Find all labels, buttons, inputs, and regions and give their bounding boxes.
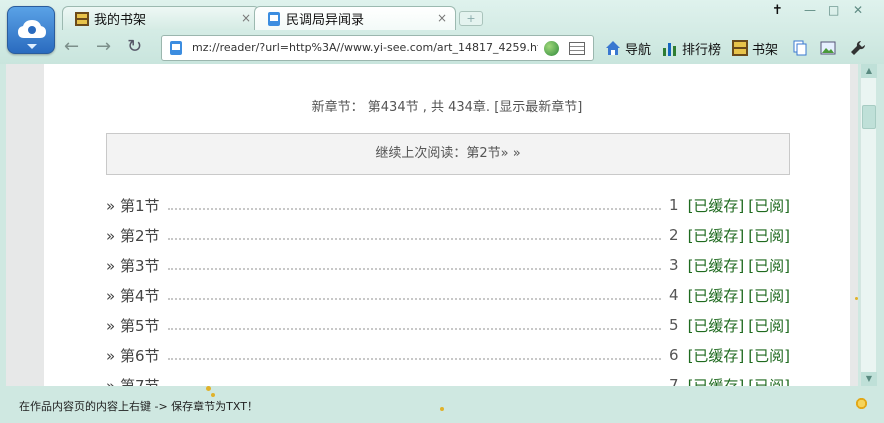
dot-leader bbox=[167, 268, 662, 270]
scroll-thumb[interactable] bbox=[862, 105, 876, 129]
chapter-row[interactable]: » 第4节 4 [已缓存] [已阅] bbox=[106, 284, 790, 306]
read-tag[interactable]: [已阅] bbox=[748, 315, 790, 336]
wrench-icon bbox=[851, 40, 866, 55]
chapter-catalog-page: 新章节： 第434节 , 共 434章. [显示最新章节] 继续上次阅读：第2节… bbox=[44, 64, 850, 386]
cached-tag[interactable]: [已缓存] bbox=[688, 195, 745, 216]
chapter-number: 2 bbox=[669, 226, 679, 244]
dot-leader bbox=[167, 208, 662, 210]
tab-title: 民调局异闻录 bbox=[286, 13, 365, 28]
cached-tag[interactable]: [已缓存] bbox=[688, 225, 745, 246]
chapter-number: 7 bbox=[669, 376, 679, 386]
refresh-button[interactable]: ↻ bbox=[127, 36, 142, 57]
vertical-scrollbar[interactable]: ▲ ▼ bbox=[860, 64, 877, 386]
toolbar-navigation[interactable]: 导航 bbox=[605, 38, 651, 58]
ranking-icon bbox=[663, 43, 676, 56]
toolbar-image[interactable] bbox=[820, 38, 840, 58]
decorative-dot bbox=[206, 386, 211, 391]
chapter-title-link[interactable]: » 第3节 bbox=[106, 255, 160, 276]
forward-button[interactable]: → bbox=[96, 36, 111, 57]
chapter-row[interactable]: » 第7节 7 [已缓存] [已阅] bbox=[106, 374, 790, 386]
read-tag[interactable]: [已阅] bbox=[748, 255, 790, 276]
reader-mode-icon[interactable] bbox=[569, 42, 585, 55]
chapter-title-link[interactable]: » 第5节 bbox=[106, 315, 160, 336]
chapter-number: 5 bbox=[669, 316, 679, 334]
bookshelf-icon bbox=[75, 11, 89, 26]
logo-menu-arrow-icon bbox=[27, 44, 37, 49]
back-button[interactable]: ← bbox=[64, 36, 79, 57]
cached-tag[interactable]: [已缓存] bbox=[688, 345, 745, 366]
read-tag[interactable]: [已阅] bbox=[748, 375, 790, 387]
dot-leader bbox=[167, 298, 662, 300]
cached-tag[interactable]: [已缓存] bbox=[688, 255, 745, 276]
decorative-dot bbox=[855, 297, 858, 300]
content-frame: 新章节： 第434节 , 共 434章. [显示最新章节] 继续上次阅读：第2节… bbox=[6, 64, 858, 386]
status-bar: 在作品内容页的内容上右键 -> 保存章节为TXT！ bbox=[0, 386, 884, 423]
read-tag[interactable]: [已阅] bbox=[748, 345, 790, 366]
toolbar-bookshelf[interactable]: 书架 bbox=[732, 38, 778, 58]
chapter-row[interactable]: » 第6节 6 [已缓存] [已阅] bbox=[106, 344, 790, 366]
chapter-title-link[interactable]: » 第4节 bbox=[106, 285, 160, 306]
read-tag[interactable]: [已阅] bbox=[748, 195, 790, 216]
new-tab-button[interactable]: + bbox=[459, 11, 483, 26]
status-message: 在作品内容页的内容上右键 -> 保存章节为TXT！ bbox=[19, 400, 258, 413]
show-latest-link[interactable]: [显示最新章节] bbox=[494, 100, 582, 115]
cached-tag[interactable]: [已缓存] bbox=[688, 285, 745, 306]
read-tag[interactable]: [已阅] bbox=[748, 285, 790, 306]
toolbar-label: 导航 bbox=[625, 42, 652, 58]
toolbar-copy[interactable] bbox=[792, 38, 812, 58]
chapter-row[interactable]: » 第5节 5 [已缓存] [已阅] bbox=[106, 314, 790, 336]
toolbar-label: 书架 bbox=[752, 42, 779, 58]
chapter-title-link[interactable]: » 第6节 bbox=[106, 345, 160, 366]
chapter-row[interactable]: » 第1节 1 [已缓存] [已阅] bbox=[106, 194, 790, 216]
pin-icon[interactable]: ✝ bbox=[772, 3, 783, 18]
cached-tag[interactable]: [已缓存] bbox=[688, 375, 745, 387]
scroll-down-button[interactable]: ▼ bbox=[861, 372, 877, 386]
address-bar[interactable]: mz://reader/?url=http%3A//www.yi-see.com… bbox=[161, 35, 594, 61]
chapter-number: 1 bbox=[669, 196, 679, 214]
chapter-row[interactable]: » 第2节 2 [已缓存] [已阅] bbox=[106, 224, 790, 246]
chapter-summary: 新章节： 第434节 , 共 434章. [显示最新章节] bbox=[44, 96, 850, 115]
home-icon bbox=[606, 41, 620, 55]
image-icon bbox=[820, 41, 836, 55]
minimize-button[interactable]: — bbox=[804, 3, 816, 17]
tab-close-icon[interactable]: × bbox=[241, 11, 251, 25]
dot-leader bbox=[167, 238, 662, 240]
toolbar-ranking[interactable]: 排行榜 bbox=[662, 38, 721, 58]
tab-close-icon[interactable]: × bbox=[437, 11, 447, 25]
decorative-dot bbox=[440, 407, 444, 411]
chapter-title-link[interactable]: » 第7节 bbox=[106, 375, 160, 387]
maximize-button[interactable]: □ bbox=[828, 3, 839, 17]
decorative-dot bbox=[211, 393, 215, 397]
toolbar-tools[interactable] bbox=[850, 38, 870, 58]
page-icon bbox=[268, 11, 280, 26]
summary-detail: 第434节 , 共 434章. bbox=[367, 100, 491, 115]
chapter-number: 6 bbox=[669, 346, 679, 364]
url-text[interactable]: mz://reader/?url=http%3A//www.yi-see.com… bbox=[192, 41, 538, 54]
summary-prefix: 新章节： bbox=[311, 100, 364, 115]
chapter-title-link[interactable]: » 第2节 bbox=[106, 225, 160, 246]
copy-icon bbox=[793, 40, 807, 56]
tab-book-catalog[interactable]: 民调局异闻录 × bbox=[254, 6, 456, 30]
continue-reading-button[interactable]: 继续上次阅读：第2节» » bbox=[106, 133, 790, 175]
page-icon bbox=[170, 41, 182, 55]
settings-gear-icon[interactable] bbox=[855, 397, 868, 410]
close-window-button[interactable]: ✕ bbox=[853, 3, 863, 17]
read-tag[interactable]: [已阅] bbox=[748, 225, 790, 246]
dot-leader bbox=[167, 358, 662, 360]
dot-leader bbox=[167, 328, 662, 330]
toolbar-label: 排行榜 bbox=[682, 42, 722, 58]
chapter-number: 3 bbox=[669, 256, 679, 274]
scroll-up-button[interactable]: ▲ bbox=[861, 64, 877, 78]
chapter-title-link[interactable]: » 第1节 bbox=[106, 195, 160, 216]
globe-icon[interactable] bbox=[544, 41, 559, 56]
cloud-icon bbox=[18, 20, 46, 38]
chapter-number: 4 bbox=[669, 286, 679, 304]
cached-tag[interactable]: [已缓存] bbox=[688, 315, 745, 336]
bookshelf-icon bbox=[732, 40, 748, 56]
app-logo[interactable] bbox=[7, 6, 55, 54]
tab-bookshelf[interactable]: 我的书架 × bbox=[62, 6, 260, 30]
tab-title: 我的书架 bbox=[94, 13, 147, 28]
chapter-row[interactable]: » 第3节 3 [已缓存] [已阅] bbox=[106, 254, 790, 276]
browser-chrome: 我的书架 × 民调局异闻录 × + ✝ — □ ✕ ← → ↻ mz://rea… bbox=[0, 0, 884, 64]
